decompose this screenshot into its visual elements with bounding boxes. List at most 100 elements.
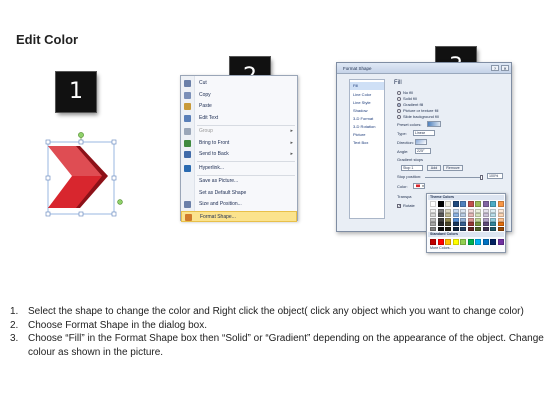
- color-swatch[interactable]: [467, 208, 474, 213]
- menu-item-edit-text[interactable]: Edit Text: [181, 113, 297, 124]
- nav-picture[interactable]: Picture: [350, 131, 384, 139]
- adjust-handle[interactable]: [117, 199, 123, 205]
- color-swatch[interactable]: [497, 226, 504, 232]
- selected-chevron-shape[interactable]: [36, 130, 126, 220]
- color-swatch[interactable]: [482, 222, 489, 227]
- resize-handle-t[interactable]: [78, 139, 84, 145]
- menu-item-save-as-picture[interactable]: Save as Picture...: [181, 176, 297, 187]
- rotate-with-shape-option[interactable]: ✓ Rotate: [397, 203, 415, 208]
- color-swatch[interactable]: [452, 238, 459, 245]
- color-swatch[interactable]: [467, 201, 474, 207]
- color-swatch[interactable]: [460, 217, 466, 222]
- color-swatch[interactable]: [482, 201, 489, 207]
- menu-item-set-as-default-shape[interactable]: Set as Default Shape: [181, 188, 297, 199]
- color-swatch[interactable]: [467, 238, 474, 245]
- color-swatch[interactable]: [482, 213, 489, 218]
- nav-shadow[interactable]: Shadow: [350, 107, 384, 115]
- nav-line-color[interactable]: Line Color: [350, 91, 384, 99]
- color-swatch[interactable]: [497, 222, 504, 227]
- color-swatch[interactable]: [437, 217, 444, 222]
- color-swatch[interactable]: [482, 238, 489, 245]
- help-button[interactable]: ?: [491, 65, 499, 71]
- slider-knob[interactable]: [480, 175, 483, 180]
- resize-handle-r[interactable]: [111, 175, 117, 181]
- nav-3d-format[interactable]: 3-D Format: [350, 115, 384, 123]
- color-swatch[interactable]: [430, 201, 436, 207]
- stop-position-slider[interactable]: [425, 175, 483, 180]
- stop-position-spinner[interactable]: 100%: [487, 173, 503, 179]
- color-swatch[interactable]: [437, 213, 444, 218]
- color-swatch[interactable]: [460, 208, 466, 213]
- color-swatch[interactable]: [490, 226, 496, 232]
- nav-line-style[interactable]: Line Style: [350, 99, 384, 107]
- resize-handle-bl[interactable]: [45, 211, 51, 217]
- nav-text-box[interactable]: Text Box: [350, 139, 384, 147]
- color-swatch[interactable]: [452, 213, 459, 218]
- menu-item-send-to-back[interactable]: Send to Back ▸: [181, 149, 297, 160]
- menu-item-bring-to-front[interactable]: Bring to Front ▸: [181, 138, 297, 149]
- resize-handle-tl[interactable]: [45, 139, 51, 145]
- color-swatch[interactable]: [467, 226, 474, 232]
- rotation-handle[interactable]: [78, 132, 84, 138]
- color-swatch[interactable]: [445, 226, 451, 232]
- solid-fill-option[interactable]: Solid fill: [397, 96, 417, 101]
- add-stop-button[interactable]: Add: [427, 165, 441, 171]
- color-swatch[interactable]: [460, 201, 466, 207]
- resize-handle-l[interactable]: [45, 175, 51, 181]
- color-swatch[interactable]: [460, 222, 466, 227]
- color-swatch[interactable]: [475, 222, 481, 227]
- nav-3d-rotation[interactable]: 3-D Rotation: [350, 123, 384, 131]
- color-swatch[interactable]: [452, 201, 459, 207]
- color-swatch[interactable]: [497, 238, 504, 245]
- color-swatch[interactable]: [467, 222, 474, 227]
- color-swatch[interactable]: [445, 238, 451, 245]
- color-swatch[interactable]: [475, 217, 481, 222]
- angle-spinner[interactable]: 225°: [415, 148, 431, 154]
- nav-fill[interactable]: Fill: [350, 82, 384, 90]
- menu-item-copy[interactable]: Copy: [181, 90, 297, 101]
- color-swatch[interactable]: [437, 201, 444, 207]
- color-swatch[interactable]: [437, 226, 444, 232]
- color-swatch[interactable]: [452, 226, 459, 232]
- menu-item-cut[interactable]: Cut: [181, 78, 297, 89]
- color-swatch[interactable]: [445, 208, 451, 213]
- color-swatch[interactable]: [430, 238, 436, 245]
- direction-dropdown[interactable]: [415, 139, 427, 145]
- color-swatch[interactable]: [497, 213, 504, 218]
- color-swatch[interactable]: [482, 217, 489, 222]
- more-colors-link[interactable]: More Colors...: [430, 246, 453, 250]
- type-dropdown[interactable]: Linear: [413, 130, 435, 136]
- close-button[interactable]: ✕: [501, 65, 509, 71]
- color-swatch[interactable]: [490, 208, 496, 213]
- resize-handle-br[interactable]: [111, 211, 117, 217]
- color-swatch[interactable]: [467, 213, 474, 218]
- color-swatch[interactable]: [452, 222, 459, 227]
- color-swatch[interactable]: [475, 208, 481, 213]
- color-swatch[interactable]: [475, 238, 481, 245]
- color-swatch[interactable]: [430, 217, 436, 222]
- menu-item-paste[interactable]: Paste: [181, 101, 297, 112]
- color-swatch[interactable]: [430, 222, 436, 227]
- resize-handle-b[interactable]: [78, 211, 84, 217]
- color-swatch[interactable]: [482, 208, 489, 213]
- stop-dropdown[interactable]: Stop 1: [401, 165, 423, 171]
- preset-colors-dropdown[interactable]: [427, 121, 441, 127]
- color-swatch[interactable]: [445, 217, 451, 222]
- color-swatch[interactable]: [497, 217, 504, 222]
- menu-item-hyperlink[interactable]: Hyperlink...: [181, 163, 297, 174]
- color-picker-button[interactable]: [413, 183, 425, 189]
- menu-item-size-and-position[interactable]: Size and Position...: [181, 199, 297, 210]
- color-swatch[interactable]: [490, 217, 496, 222]
- color-swatch[interactable]: [490, 222, 496, 227]
- color-swatch[interactable]: [430, 226, 436, 232]
- gradient-fill-option[interactable]: Gradient fill: [397, 102, 423, 107]
- color-swatch[interactable]: [445, 222, 451, 227]
- color-swatch[interactable]: [497, 201, 504, 207]
- color-swatch[interactable]: [482, 226, 489, 232]
- picture-fill-option[interactable]: Picture or texture fill: [397, 108, 438, 113]
- color-swatch[interactable]: [430, 208, 436, 213]
- color-swatch[interactable]: [475, 213, 481, 218]
- color-swatch[interactable]: [452, 208, 459, 213]
- color-swatch[interactable]: [445, 213, 451, 218]
- color-swatch[interactable]: [460, 213, 466, 218]
